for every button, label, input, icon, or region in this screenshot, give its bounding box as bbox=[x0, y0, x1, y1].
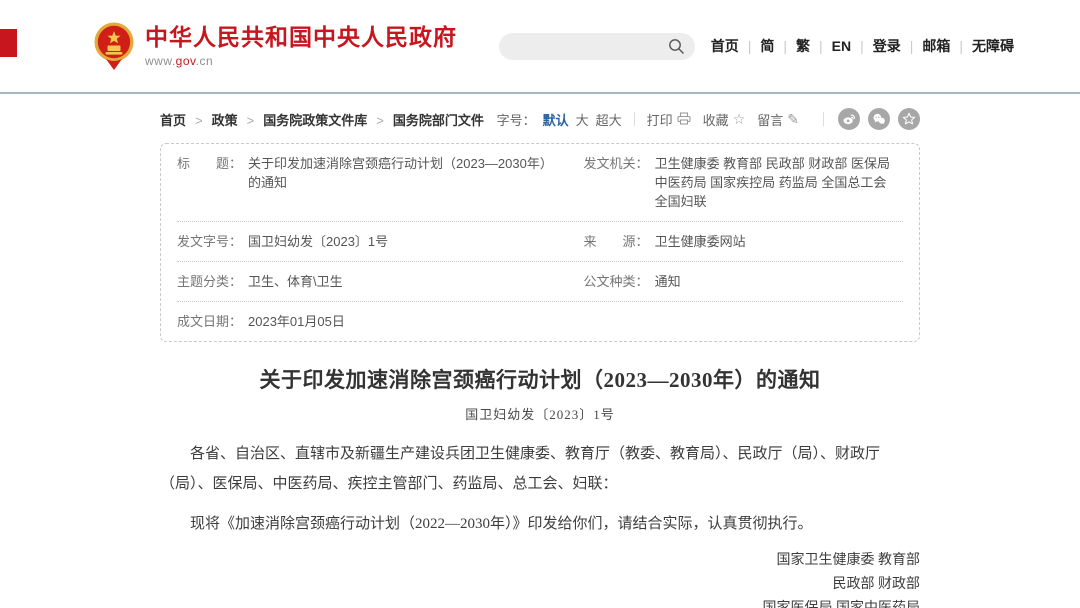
signature-line: 国家医保局 国家中医药局 bbox=[160, 597, 920, 608]
weibo-share-icon[interactable] bbox=[838, 108, 860, 130]
nav-simplified[interactable]: 简 bbox=[739, 36, 775, 56]
print-label: 打印 bbox=[647, 110, 673, 129]
breadcrumb-policy[interactable]: 政策 bbox=[186, 110, 238, 129]
signature-line: 民政部 财政部 bbox=[160, 573, 920, 597]
meta-value: 卫生健康委 教育部 民政部 财政部 医保局 中医药局 国家疾控局 药监局 全国总… bbox=[655, 154, 903, 211]
meta-value: 通知 bbox=[655, 272, 681, 291]
meta-row: 发文字号： 国卫妇幼发〔2023〕1号 来 源： 卫生健康委网站 bbox=[177, 222, 903, 262]
meta-row: 标 题： 关于印发加速消除宫颈癌行动计划（2023—2030年）的通知 发文机关… bbox=[177, 144, 903, 222]
signature-line: 国家卫生健康委 教育部 bbox=[160, 549, 920, 573]
meta-value: 卫生、体育\卫生 bbox=[248, 272, 343, 291]
breadcrumb-policy-library[interactable]: 国务院政策文件库 bbox=[238, 110, 368, 129]
meta-table: 标 题： 关于印发加速消除宫颈癌行动计划（2023—2030年）的通知 发文机关… bbox=[160, 143, 920, 342]
breadcrumb-home[interactable]: 首页 bbox=[160, 110, 186, 129]
site-url-prefix: www. bbox=[145, 54, 176, 68]
search-icon[interactable] bbox=[668, 38, 685, 55]
nav-traditional[interactable]: 繁 bbox=[774, 36, 810, 56]
site-url-gov: gov bbox=[176, 54, 196, 68]
site-title: 中华人民共和国中央人民政府 bbox=[145, 24, 457, 52]
meta-issuer-cell: 发文机关： 卫生健康委 教育部 民政部 财政部 医保局 中医药局 国家疾控局 药… bbox=[584, 154, 903, 211]
header-divider bbox=[0, 92, 1080, 94]
signature-block: 国家卫生健康委 教育部 民政部 财政部 国家医保局 国家中医药局 国家疾控局 国… bbox=[160, 549, 920, 608]
meta-value: 关于印发加速消除宫颈癌行动计划（2023—2030年）的通知 bbox=[248, 154, 566, 211]
site-url: www.gov.cn bbox=[145, 54, 457, 68]
meta-value: 国卫妇幼发〔2023〕1号 bbox=[248, 232, 388, 251]
toolbar-right: 字号： 默认 大 超大 打印 收藏 ☆ bbox=[497, 108, 920, 130]
meta-label: 公文种类： bbox=[584, 272, 649, 291]
search-box[interactable] bbox=[499, 33, 695, 60]
document-paragraph: 现将《加速消除宫颈癌行动计划（2022—2030年）》印发给你们，请结合实际，认… bbox=[160, 509, 920, 539]
font-size-default[interactable]: 默认 bbox=[543, 110, 569, 129]
divider bbox=[634, 112, 635, 126]
meta-category-cell: 主题分类： 卫生、体育\卫生 bbox=[177, 272, 584, 291]
nav-home[interactable]: 首页 bbox=[711, 36, 739, 56]
top-nav: 首页 简 繁 EN 登录 邮箱 无障碍 bbox=[711, 36, 1014, 56]
favorite-button[interactable]: 收藏 ☆ bbox=[703, 110, 746, 129]
red-marker bbox=[0, 29, 17, 57]
meta-value: 卫生健康委网站 bbox=[655, 232, 746, 251]
font-size-large[interactable]: 大 bbox=[576, 110, 589, 129]
site-header: 中华人民共和国中央人民政府 www.gov.cn 首页 简 繁 EN 登录 bbox=[0, 0, 1080, 92]
document-title: 关于印发加速消除宫颈癌行动计划（2023—2030年）的通知 bbox=[160, 364, 920, 394]
print-button[interactable]: 打印 bbox=[647, 110, 691, 129]
nav-login[interactable]: 登录 bbox=[851, 36, 901, 56]
meta-label: 标 题： bbox=[177, 154, 242, 211]
meta-empty-cell bbox=[584, 312, 903, 331]
site-brand[interactable]: 中华人民共和国中央人民政府 www.gov.cn bbox=[93, 22, 457, 70]
header-right: 首页 简 繁 EN 登录 邮箱 无障碍 bbox=[499, 33, 1014, 60]
font-size-xlarge[interactable]: 超大 bbox=[596, 110, 622, 129]
brand-text: 中华人民共和国中央人民政府 www.gov.cn bbox=[145, 24, 457, 69]
wechat-share-icon[interactable] bbox=[868, 108, 890, 130]
meta-label: 来 源： bbox=[584, 232, 649, 251]
meta-label: 主题分类： bbox=[177, 272, 242, 291]
star-icon: ☆ bbox=[733, 112, 746, 126]
meta-date-cell: 成文日期： 2023年01月05日 bbox=[177, 312, 584, 331]
meta-doctype-cell: 公文种类： 通知 bbox=[584, 272, 903, 291]
national-emblem-logo bbox=[93, 22, 135, 70]
toolbar: 首页 政策 国务院政策文件库 国务院部门文件 字号： 默认 大 超大 打印 bbox=[160, 107, 920, 131]
printer-icon bbox=[677, 112, 691, 127]
font-size-label: 字号： bbox=[497, 110, 536, 129]
meta-row: 成文日期： 2023年01月05日 bbox=[177, 302, 903, 341]
share-buttons bbox=[838, 108, 920, 130]
qzone-share-icon[interactable] bbox=[898, 108, 920, 130]
comment-button[interactable]: 留言 ✎ bbox=[757, 110, 799, 129]
font-size-control: 字号： 默认 大 超大 bbox=[497, 110, 622, 129]
meta-value: 2023年01月05日 bbox=[248, 312, 345, 331]
breadcrumb-department-docs[interactable]: 国务院部门文件 bbox=[367, 110, 484, 129]
pencil-icon: ✎ bbox=[787, 112, 799, 126]
site-url-suffix: .cn bbox=[196, 54, 214, 68]
comment-label: 留言 bbox=[757, 110, 783, 129]
meta-docnumber-cell: 发文字号： 国卫妇幼发〔2023〕1号 bbox=[177, 232, 584, 251]
breadcrumb: 首页 政策 国务院政策文件库 国务院部门文件 bbox=[160, 110, 484, 129]
document-text: 各省、自治区、直辖市及新疆生产建设兵团卫生健康委、教育厅（教委、教育局）、民政厅… bbox=[160, 439, 920, 539]
favorite-label: 收藏 bbox=[703, 110, 729, 129]
meta-source-cell: 来 源： 卫生健康委网站 bbox=[584, 232, 903, 251]
divider bbox=[823, 112, 824, 126]
nav-mail[interactable]: 邮箱 bbox=[901, 36, 951, 56]
document-number: 国卫妇幼发〔2023〕1号 bbox=[160, 404, 920, 423]
meta-label: 发文字号： bbox=[177, 232, 242, 251]
meta-title-cell: 标 题： 关于印发加速消除宫颈癌行动计划（2023—2030年）的通知 bbox=[177, 154, 584, 211]
search-input[interactable] bbox=[509, 39, 668, 54]
meta-row: 主题分类： 卫生、体育\卫生 公文种类： 通知 bbox=[177, 262, 903, 302]
meta-label: 成文日期： bbox=[177, 312, 242, 331]
document-paragraph: 各省、自治区、直辖市及新疆生产建设兵团卫生健康委、教育厅（教委、教育局）、民政厅… bbox=[160, 439, 920, 499]
nav-accessibility[interactable]: 无障碍 bbox=[950, 36, 1014, 56]
main-content: 首页 政策 国务院政策文件库 国务院部门文件 字号： 默认 大 超大 打印 bbox=[160, 107, 920, 608]
meta-label: 发文机关： bbox=[584, 154, 649, 211]
document-body: 关于印发加速消除宫颈癌行动计划（2023—2030年）的通知 国卫妇幼发〔202… bbox=[160, 364, 920, 608]
nav-english[interactable]: EN bbox=[810, 38, 851, 54]
